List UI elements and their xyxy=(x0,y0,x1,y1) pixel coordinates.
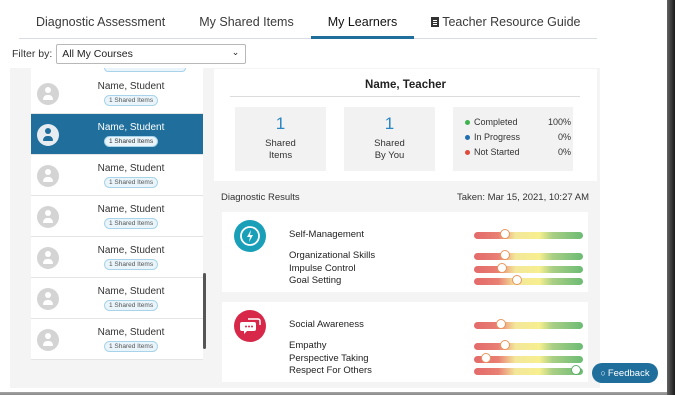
chevron-down-icon: ⌄ xyxy=(231,47,240,57)
student-row[interactable]: Name, Student 1 Shared Items xyxy=(31,114,203,155)
skill-label: Self-Management xyxy=(289,229,364,240)
student-row[interactable]: Name, Student 1 Shared Items xyxy=(31,319,203,360)
self-management-card: Self-Management Organizational Skills Impu… xyxy=(222,212,588,292)
student-name: Name, Student xyxy=(97,245,165,256)
social-awareness-card: Social Awareness Empathy Perspective Takin… xyxy=(222,302,588,382)
app-window: Diagnostic Assessment My Shared Items My… xyxy=(0,0,667,392)
shared-by-you-count: 1 xyxy=(384,114,395,133)
student-row[interactable]: Name, Student 1 Shared Items xyxy=(31,196,203,237)
tab-diagnostic-assessment[interactable]: Diagnostic Assessment xyxy=(19,8,182,39)
skill-label: Social Awareness xyxy=(289,319,364,330)
status-row: Completed 100% xyxy=(465,117,573,132)
tab-teacher-resource-guide[interactable]: Teacher Resource Guide xyxy=(414,8,597,39)
skill-level-bar xyxy=(474,262,583,273)
status-label: In Progress xyxy=(474,132,521,142)
diagnostic-results-title: Diagnostic Results xyxy=(221,192,300,203)
teacher-summary-panel: Name, Teacher 1 Shared Items 1 Shared By Y… xyxy=(214,69,597,181)
shared-items-badge: 1 Shared Items xyxy=(104,259,159,270)
skill-level-bar xyxy=(474,229,583,239)
teacher-name: Name, Teacher xyxy=(365,79,446,91)
student-name: Name, Student xyxy=(97,81,165,92)
tab-my-shared-items[interactable]: My Shared Items xyxy=(182,8,310,39)
summary-divider xyxy=(230,96,580,97)
student-list: Name, Student 1 Shared Items Name, Student… xyxy=(31,68,203,360)
skill-level-marker xyxy=(499,229,510,239)
skill-level-marker xyxy=(480,352,491,363)
tab-bar: Diagnostic Assessment My Shared Items My… xyxy=(19,8,597,39)
status-row: In Progress 0% xyxy=(465,132,573,147)
skill-label: Organizational Skills xyxy=(289,250,376,261)
skill-level-marker xyxy=(511,275,522,285)
skill-level-bar xyxy=(474,352,583,363)
student-list-scrollbar[interactable] xyxy=(203,273,206,349)
status-label: Not Started xyxy=(474,147,520,157)
shared-items-badge: 1 Shared Items xyxy=(104,95,159,106)
skill-label: Goal Setting xyxy=(289,275,342,286)
shared-items-label-2: Items xyxy=(268,150,293,161)
skill-level-marker xyxy=(499,250,510,260)
student-name: Name, Student xyxy=(97,286,165,297)
shared-items-badge: 1 Shared Items xyxy=(104,136,159,147)
skill-level-marker xyxy=(499,340,510,350)
status-label: Completed xyxy=(474,117,518,127)
chat-icon: ○ xyxy=(600,368,606,378)
status-dot-icon xyxy=(465,150,470,155)
shared-items-count: 1 xyxy=(275,114,286,133)
skill-level-marker xyxy=(571,365,582,375)
shared-items-stat: 1 Shared Items xyxy=(235,107,326,171)
skill-level-marker xyxy=(497,262,508,273)
skill-label: Perspective Taking xyxy=(289,352,369,364)
student-name: Name, Student xyxy=(97,204,165,215)
diagnostic-taken-date: Taken: Mar 15, 2021, 10:27 AM xyxy=(456,192,589,203)
student-row[interactable]: Name, Student 1 Shared Items xyxy=(31,237,203,278)
student-name: Name, Student xyxy=(97,122,165,133)
status-row: Not Started 0% xyxy=(465,147,573,162)
status-dot-icon xyxy=(465,120,470,125)
skill-level-bar xyxy=(474,319,583,329)
skill-label: Impulse Control xyxy=(289,262,356,274)
shared-by-you-label-2: By You xyxy=(374,150,405,161)
skill-level-bar xyxy=(474,250,583,260)
student-row[interactable]: Name, Student 1 Shared Items xyxy=(31,73,203,114)
feedback-button[interactable]: ○ Feedback xyxy=(592,363,658,383)
shared-items-badge: 1 Shared Items xyxy=(104,300,159,311)
skill-level-bar xyxy=(474,275,583,285)
shared-items-badge: 1 Shared Items xyxy=(104,218,159,229)
lightning-clock-icon xyxy=(234,220,266,252)
shared-items-label-1: Shared xyxy=(265,138,296,149)
skill-label: Empathy xyxy=(289,340,327,351)
skill-level-marker xyxy=(496,319,507,329)
tab-my-learners[interactable]: My Learners xyxy=(310,8,415,39)
status-value: 0% xyxy=(557,132,571,142)
skill-level-bar xyxy=(474,340,583,350)
skill-label: Respect For Others xyxy=(289,365,372,376)
shared-items-badge: 1 Shared Items xyxy=(104,177,159,188)
shared-items-badge-partial xyxy=(104,68,186,72)
document-icon xyxy=(431,17,440,27)
diagnostic-results-header: Diagnostic Results Taken: Mar 15, 2021, … xyxy=(221,192,589,206)
course-filter-select[interactable]: All My Courses ⌄ xyxy=(56,44,247,64)
status-dot-icon xyxy=(465,135,470,140)
window-shadow-right xyxy=(666,0,675,395)
shared-by-you-stat: 1 Shared By You xyxy=(344,107,435,171)
course-filter: Filter by: All My Courses ⌄ xyxy=(12,44,247,64)
student-name: Name, Student xyxy=(97,163,165,174)
status-value: 0% xyxy=(557,147,571,157)
student-name: Name, Student xyxy=(97,327,165,338)
student-row[interactable]: Name, Student 1 Shared Items xyxy=(31,155,203,196)
shared-items-badge: 1 Shared Items xyxy=(104,341,159,352)
skill-level-bar xyxy=(474,365,583,375)
filter-label: Filter by: xyxy=(12,48,53,60)
filter-selected-value: All My Courses xyxy=(62,48,133,60)
student-row[interactable]: Name, Student 1 Shared Items xyxy=(31,278,203,319)
speech-bubbles-icon xyxy=(234,310,266,342)
shared-by-you-label-1: Shared xyxy=(374,138,405,149)
status-value: 100% xyxy=(547,117,571,127)
completion-status-box: Completed 100% In Progress 0% Not Started 0% xyxy=(453,107,573,171)
